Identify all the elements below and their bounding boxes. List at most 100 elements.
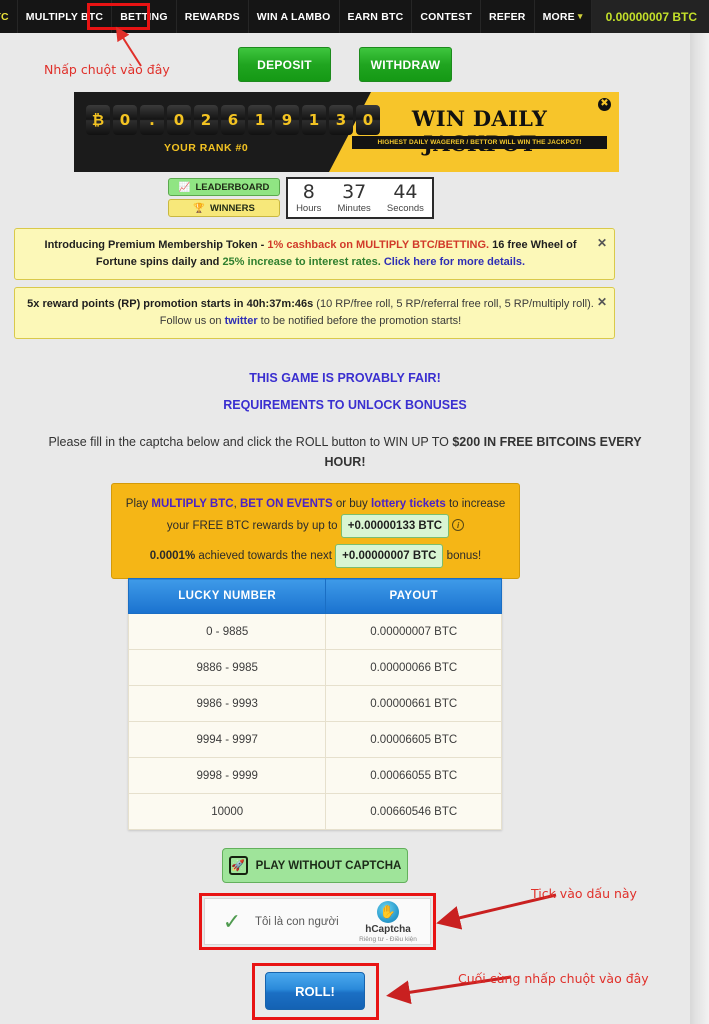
- promo-percent: 0.0001%: [149, 550, 196, 563]
- top-navigation: FREE BTC MULTIPLY BTC BETTING REWARDS WI…: [0, 0, 709, 33]
- jackpot-digit: 3: [329, 105, 353, 135]
- annotation-text-roll: Cuối cùng nhấp chuột vào đây: [458, 971, 649, 986]
- table-row: 9998 - 9999 0.00066055 BTC: [127, 757, 502, 794]
- nav-item-rewards[interactable]: REWARDS: [177, 0, 249, 33]
- deposit-label: DEPOSIT: [257, 57, 312, 72]
- play-without-captcha-button[interactable]: 🚀 PLAY WITHOUT CAPTCHA: [222, 848, 408, 883]
- winners-label: WINNERS: [209, 202, 255, 214]
- nav-label-more: MORE: [542, 10, 575, 23]
- timer-hours-label: Hours: [296, 202, 322, 214]
- hcaptcha-widget[interactable]: ✓ Tôi là con người ✋ hCaptcha Riêng tư -…: [204, 898, 431, 945]
- jackpot-digit: 0: [113, 105, 137, 135]
- multiply-btc-link[interactable]: MULTIPLY BTC: [151, 498, 233, 510]
- cell-lucky-number: 9994 - 9997: [127, 721, 327, 758]
- alert1-part5: 25% increase to interest rates.: [222, 256, 381, 269]
- cell-payout: 0.00006605 BTC: [325, 721, 502, 758]
- nav-item-contest[interactable]: CONTEST: [412, 0, 481, 33]
- close-icon[interactable]: ✕: [597, 234, 607, 253]
- jackpot-digit: 1: [302, 105, 326, 135]
- requirements-link[interactable]: REQUIREMENTS TO UNLOCK BONUSES: [0, 398, 690, 412]
- cell-lucky-number: 9986 - 9993: [127, 685, 327, 722]
- jackpot-digit: 6: [221, 105, 245, 135]
- cell-payout: 0.00000007 BTC: [325, 613, 502, 650]
- page-root: FREE BTC MULTIPLY BTC BETTING REWARDS WI…: [0, 0, 709, 1024]
- jackpot-digit: 1: [248, 105, 272, 135]
- leaderboard-label: LEADERBOARD: [195, 181, 270, 193]
- nav-label-refer: REFER: [488, 10, 526, 23]
- nav-label-contest: CONTEST: [420, 10, 472, 23]
- balance-value: 0.00000007 BTC: [605, 9, 697, 24]
- alert1-part4: and: [196, 256, 223, 269]
- reward-points-alert: ✕ 5x reward points (RP) promotion starts…: [14, 287, 615, 340]
- nav-label-earn-btc: EARN BTC: [347, 10, 404, 23]
- nav-item-multiply-btc[interactable]: MULTIPLY BTC: [18, 0, 113, 33]
- chart-icon: 📈: [178, 181, 191, 193]
- alert2-rest: (10 RP/free roll, 5 RP/referral free rol…: [313, 298, 594, 310]
- hcaptcha-branding: ✋ hCaptcha Riêng tư - Điều kiện: [352, 900, 424, 943]
- table-row: 0 - 9885 0.00000007 BTC: [127, 613, 502, 650]
- withdraw-label: WITHDRAW: [370, 57, 441, 72]
- play-without-captcha-label: PLAY WITHOUT CAPTCHA: [255, 859, 402, 872]
- info-icon[interactable]: i: [452, 519, 465, 532]
- countdown-timer: 8 Hours 37 Minutes 44 Seconds: [286, 177, 434, 219]
- page-right-shadow: [690, 33, 709, 1024]
- alert2-line2-post: to be notified before the promotion star…: [257, 315, 462, 328]
- timer-minutes: 37 Minutes: [337, 180, 371, 214]
- annotation-text-captcha: Tick vào dấu này: [531, 886, 637, 901]
- withdraw-button[interactable]: WITHDRAW: [359, 47, 452, 82]
- promo-l2-mid: achieved towards the next: [195, 550, 336, 563]
- balance-display[interactable]: 0.00000007 BTC: [591, 0, 709, 33]
- timer-hours-value: 8: [302, 180, 315, 203]
- deposit-button[interactable]: DEPOSIT: [238, 47, 331, 82]
- jackpot-rank: YOUR RANK #0: [164, 142, 249, 154]
- bonus-chip-next: +0.00000007 BTC: [335, 544, 444, 569]
- nav-item-free-btc[interactable]: FREE BTC: [0, 0, 18, 33]
- captcha-checkbox-label: Tôi là con người: [255, 915, 339, 928]
- nav-item-more[interactable]: MORE ▾: [535, 0, 592, 33]
- check-icon[interactable]: ✓: [209, 910, 255, 933]
- table-header-row: LUCKY NUMBER PAYOUT: [127, 578, 502, 614]
- premium-membership-alert: ✕ Introducing Premium Membership Token -…: [14, 228, 615, 281]
- trophy-icon: 🏆: [193, 202, 205, 214]
- provably-fair-link[interactable]: THIS GAME IS PROVABLY FAIR!: [0, 371, 690, 385]
- bet-on-events-link[interactable]: BET ON EVENTS: [240, 498, 333, 510]
- timer-hours: 8 Hours: [296, 180, 322, 214]
- cell-payout: 0.00660546 BTC: [325, 793, 502, 830]
- jackpot-digit: 9: [275, 105, 299, 135]
- jackpot-subtitle: HIGHEST DAILY WAGERER / BETTOR WILL WIN …: [352, 136, 607, 149]
- chevron-down-icon: ▾: [577, 11, 583, 21]
- timer-seconds-value: 44: [393, 180, 418, 203]
- twitter-link[interactable]: twitter: [225, 315, 258, 327]
- jackpot-banner[interactable]: ₿ 0 . 0 2 6 1 9 1 3 0 YOUR RANK #0 WIN D…: [74, 92, 619, 172]
- promo-line1: Play MULTIPLY BTC, BET ON EVENTS or buy …: [120, 494, 511, 539]
- winners-button[interactable]: 🏆 WINNERS: [168, 199, 280, 217]
- timer-seconds: 44 Seconds: [386, 180, 424, 214]
- table-header-payout: PAYOUT: [325, 578, 502, 614]
- lottery-tickets-link[interactable]: lottery tickets: [371, 498, 446, 510]
- alert2-bold: 5x reward points (RP) promotion starts i…: [27, 298, 314, 310]
- nav-label-win-a-lambo: WIN A LAMBO: [256, 10, 331, 23]
- alert1-details-link[interactable]: Click here for more details.: [381, 256, 525, 268]
- timer-minutes-value: 37: [342, 180, 367, 203]
- close-icon[interactable]: ✖: [598, 98, 611, 111]
- timer-minutes-label: Minutes: [337, 202, 371, 214]
- table-row: 9886 - 9985 0.00000066 BTC: [127, 649, 502, 686]
- close-icon[interactable]: ✕: [597, 293, 607, 312]
- table-header-lucky-number: LUCKY NUMBER: [127, 578, 327, 614]
- hcaptcha-legal-links[interactable]: Riêng tư - Điều kiện: [352, 936, 424, 943]
- rocket-icon: 🚀: [228, 856, 248, 875]
- cell-lucky-number: 9998 - 9999: [127, 757, 327, 794]
- nav-item-betting[interactable]: BETTING: [112, 0, 177, 33]
- roll-button[interactable]: ROLL!: [265, 972, 365, 1010]
- nav-item-earn-btc[interactable]: EARN BTC: [340, 0, 413, 33]
- cell-lucky-number: 10000: [127, 793, 327, 830]
- cell-lucky-number: 0 - 9885: [127, 613, 327, 650]
- nav-label-betting: BETTING: [120, 10, 168, 23]
- roll-label: ROLL!: [295, 983, 335, 999]
- nav-item-refer[interactable]: REFER: [481, 0, 535, 33]
- jackpot-digit: .: [140, 105, 164, 135]
- leaderboard-button[interactable]: 📈 LEADERBOARD: [168, 178, 280, 196]
- timer-seconds-label: Seconds: [386, 202, 424, 214]
- intro-pre: Please fill in the captcha below and cli…: [48, 435, 453, 449]
- nav-item-win-a-lambo[interactable]: WIN A LAMBO: [249, 0, 340, 33]
